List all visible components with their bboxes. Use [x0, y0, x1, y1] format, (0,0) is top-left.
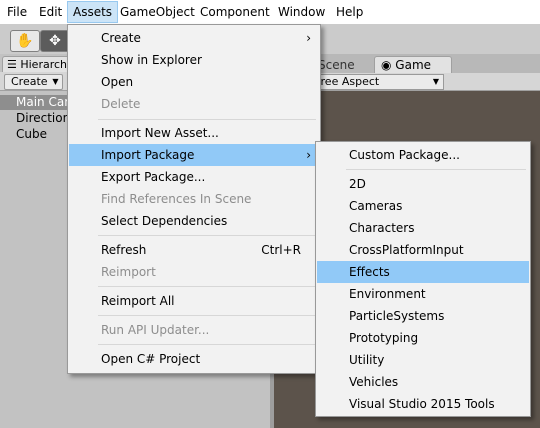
menu-item-import-new-asset[interactable]: Import New Asset...: [69, 122, 319, 144]
submenu-item-effects[interactable]: Effects: [317, 261, 529, 283]
submenu-item-visual-studio-tools[interactable]: Visual Studio 2015 Tools: [317, 393, 529, 415]
menu-file[interactable]: File: [2, 2, 32, 22]
game-icon: ◉: [381, 58, 396, 72]
dropdown-arrow-icon: ▼: [52, 77, 59, 86]
submenu-item-particlesystems[interactable]: ParticleSystems: [317, 305, 529, 327]
menu-window[interactable]: Window: [273, 2, 330, 22]
hand-tool-button[interactable]: ✋: [10, 30, 40, 52]
menu-item-delete: Delete: [101, 97, 141, 111]
submenu-item-utility[interactable]: Utility: [317, 349, 529, 371]
game-tab-label: Game: [395, 58, 432, 72]
dropdown-arrow-icon: ▼: [432, 77, 439, 86]
aspect-dropdown[interactable]: Free Aspect ▼: [310, 74, 444, 90]
menu-item-create[interactable]: Create ›: [69, 27, 319, 49]
submenu-item-environment[interactable]: Environment: [317, 283, 529, 305]
assets-menu: Create › Show in Explorer Open Delete Im…: [67, 24, 321, 374]
menu-separator: [98, 315, 316, 316]
menu-separator: [98, 344, 316, 345]
menu-item-import-package[interactable]: Import Package ›: [69, 144, 319, 166]
menu-item-select-dependencies[interactable]: Select Dependencies: [69, 210, 319, 232]
menu-separator: [98, 235, 316, 236]
menu-separator: [98, 286, 316, 287]
tab-game[interactable]: ◉ Game: [374, 56, 452, 74]
chevron-right-icon: ›: [306, 148, 311, 162]
shortcut-label: Ctrl+R: [261, 243, 301, 257]
submenu-item-prototyping[interactable]: Prototyping: [317, 327, 529, 349]
hierarchy-toolbar: Create ▼: [0, 72, 70, 91]
menu-item-find-references: Find References In Scene: [101, 192, 252, 206]
menu-item-label: Create: [101, 31, 141, 45]
menu-separator: [98, 119, 316, 120]
menu-item-reimport: Reimport: [101, 265, 156, 279]
submenu-item-characters[interactable]: Characters: [317, 217, 529, 239]
menu-item-show-in-explorer[interactable]: Show in Explorer: [69, 49, 319, 71]
menu-item-open-csharp-project[interactable]: Open C# Project: [69, 348, 319, 370]
aspect-label: Free Aspect: [315, 75, 380, 88]
move-icon: ✥: [49, 33, 61, 49]
menu-edit[interactable]: Edit: [34, 2, 67, 22]
hierarchy-list: Main Camera Directional Light Cube: [0, 91, 86, 428]
create-label: Create: [11, 75, 48, 88]
menu-separator: [346, 169, 526, 170]
menu-bar: File Edit Assets GameObject Component Wi…: [0, 0, 540, 24]
menu-item-label: Refresh: [101, 243, 147, 257]
menu-gameobject[interactable]: GameObject: [115, 2, 200, 22]
move-tool-button[interactable]: ✥: [40, 30, 70, 52]
menu-item-label: Import Package: [101, 148, 195, 162]
menu-assets[interactable]: Assets: [67, 1, 119, 23]
menu-item-export-package[interactable]: Export Package...: [69, 166, 319, 188]
menu-component[interactable]: Component: [195, 2, 275, 22]
submenu-item-crossplatforminput[interactable]: CrossPlatformInput: [317, 239, 529, 261]
menu-item-refresh[interactable]: Refresh Ctrl+R: [69, 239, 319, 261]
menu-help[interactable]: Help: [331, 2, 368, 22]
submenu-item-custom-package[interactable]: Custom Package...: [317, 144, 529, 166]
hierarchy-create-button[interactable]: Create ▼: [4, 74, 63, 90]
hierarchy-tab-label: Hierarchy: [20, 58, 74, 71]
hand-icon: ✋: [16, 33, 34, 49]
submenu-item-cameras[interactable]: Cameras: [317, 195, 529, 217]
chevron-right-icon: ›: [306, 31, 311, 45]
menu-item-run-api-updater: Run API Updater...: [101, 323, 210, 337]
submenu-item-2d[interactable]: 2D: [317, 173, 529, 195]
submenu-item-vehicles[interactable]: Vehicles: [317, 371, 529, 393]
import-package-submenu: Custom Package... 2D Cameras Characters …: [315, 141, 531, 417]
menu-item-open[interactable]: Open: [69, 71, 319, 93]
tab-scene[interactable]: Scene: [318, 58, 355, 72]
hierarchy-list-icon: ☰: [7, 58, 21, 71]
menu-item-reimport-all[interactable]: Reimport All: [69, 290, 319, 312]
